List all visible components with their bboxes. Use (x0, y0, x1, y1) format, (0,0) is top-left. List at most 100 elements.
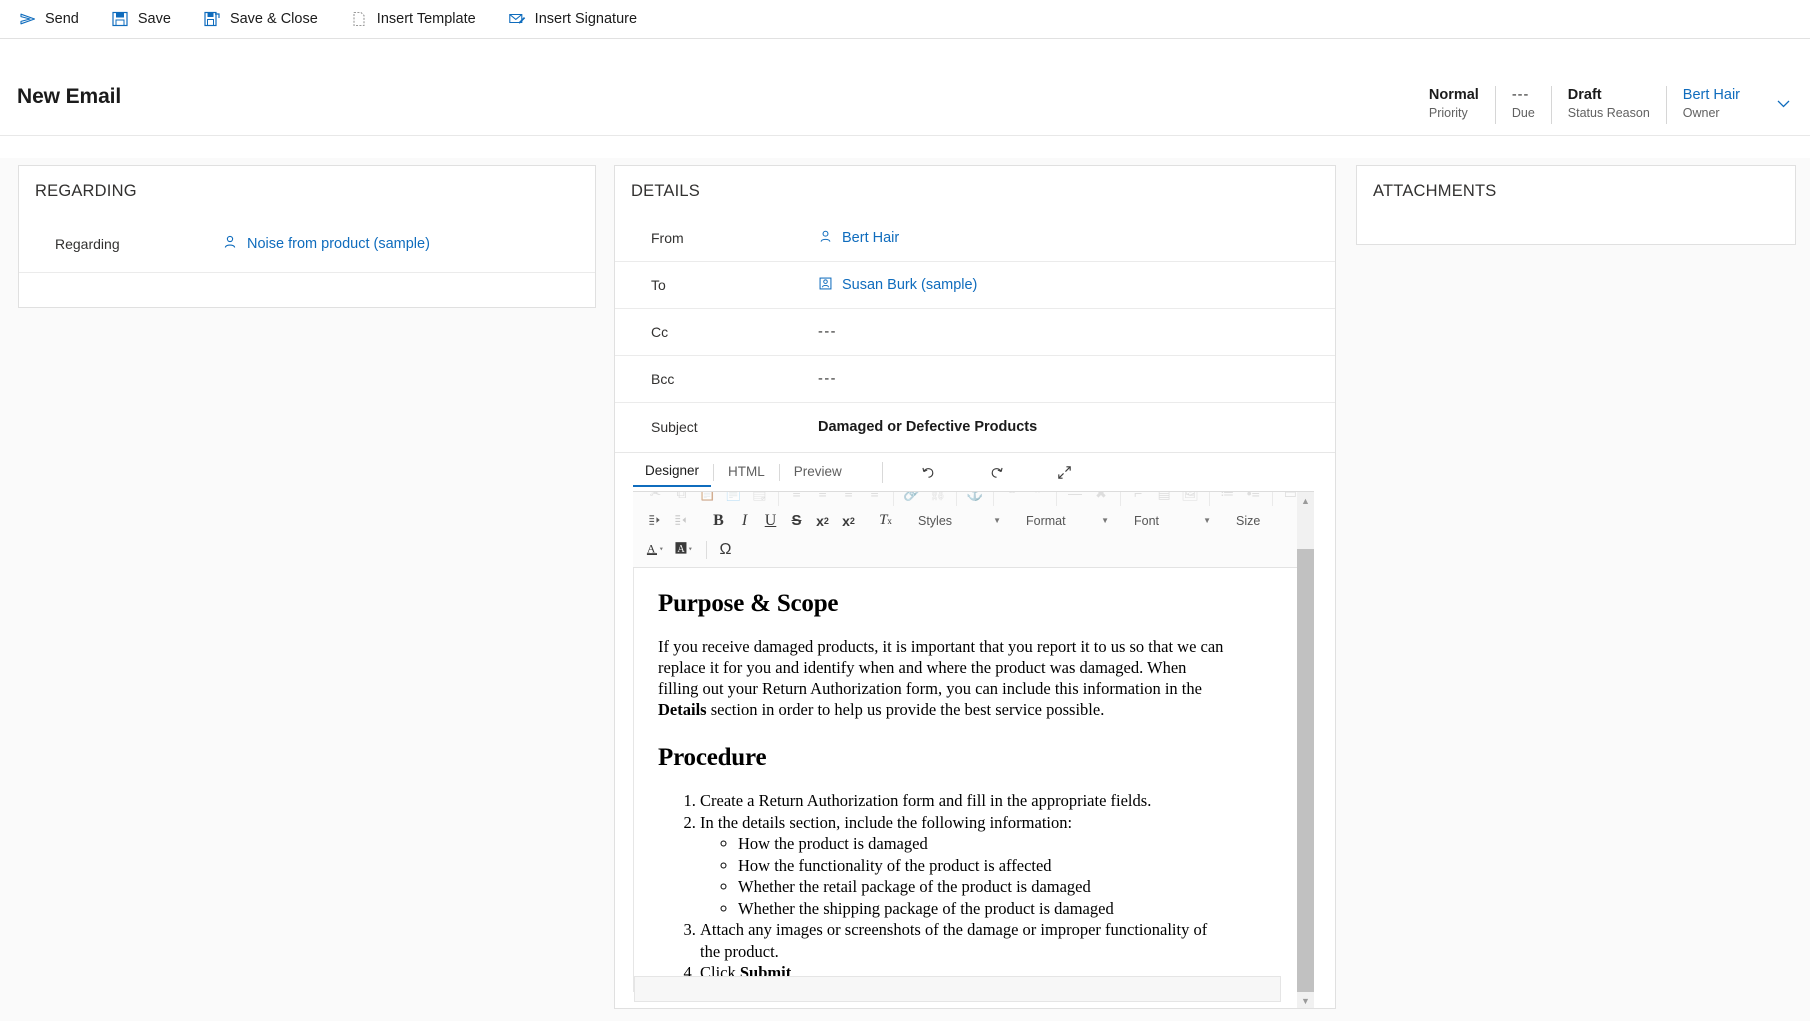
attachments-panel: ATTACHMENTS (1356, 165, 1796, 245)
details-panel: DETAILS From Bert Hair To Susan Burk (sa… (614, 165, 1336, 1009)
italic-icon[interactable]: I (732, 508, 757, 534)
email-body-canvas[interactable]: Purpose & Scope If you receive damaged p… (633, 568, 1314, 992)
list-item-text: In the details section, include the foll… (700, 813, 1072, 832)
strikethrough-icon[interactable]: S (784, 508, 809, 534)
align-left-icon[interactable]: ≡ (784, 492, 809, 506)
priority-value: Normal (1429, 86, 1479, 105)
form-header: New Email Normal Priority --- Due Draft … (0, 39, 1810, 136)
text-color-icon[interactable]: A (643, 537, 671, 563)
owner-stat[interactable]: Bert Hair Owner (1666, 86, 1756, 124)
cc-label: Cc (651, 324, 818, 340)
bold-icon[interactable]: B (706, 508, 731, 534)
align-right-icon[interactable]: ≡ (836, 492, 861, 506)
list-item: How the product is damaged (738, 833, 1229, 855)
paste-icon[interactable]: 📋 (695, 492, 720, 506)
size-dropdown-label: Size (1236, 514, 1260, 528)
editor-mode-tabs: Designer HTML Preview (615, 453, 1335, 491)
regarding-field-value[interactable]: Noise from product (sample) (222, 234, 430, 254)
paragraph-text-b: section in order to help us provide the … (707, 700, 1105, 719)
insert-template-button[interactable]: Insert Template (346, 0, 488, 38)
link-icon[interactable]: 🔗 (899, 492, 924, 506)
subscript-icon[interactable]: x2 (810, 508, 835, 534)
hr-icon[interactable]: — (1063, 492, 1088, 506)
table-icon[interactable]: ▤ (1152, 492, 1177, 506)
page-break-icon[interactable]: ⌐ (1126, 492, 1151, 506)
status-reason-label: Status Reason (1568, 105, 1650, 122)
background-color-icon[interactable]: A (672, 537, 700, 563)
divider (882, 462, 883, 483)
chevron-down-icon[interactable] (1770, 90, 1796, 116)
body-heading-procedure: Procedure (658, 744, 1229, 772)
status-reason-value: Draft (1568, 86, 1650, 105)
email-body-editor: Designer HTML Preview (615, 452, 1335, 1008)
cut-icon[interactable]: ✂ (643, 492, 668, 506)
remove-format-icon[interactable]: Tx (873, 508, 898, 534)
scrollbar-thumb[interactable] (1297, 549, 1314, 992)
tab-html[interactable]: HTML (716, 458, 777, 486)
owner-value[interactable]: Bert Hair (1683, 86, 1740, 105)
undo-icon[interactable] (909, 457, 949, 487)
save-and-close-button[interactable]: Save & Close (199, 0, 330, 38)
align-justify-icon[interactable]: ≡ (862, 492, 887, 506)
priority-stat[interactable]: Normal Priority (1413, 86, 1495, 124)
cc-value[interactable]: --- (818, 324, 837, 340)
styles-dropdown-label: Styles (918, 514, 952, 528)
due-stat[interactable]: --- Due (1495, 86, 1551, 124)
list-item: Whether the shipping package of the prod… (738, 898, 1229, 920)
from-value[interactable]: Bert Hair (818, 229, 899, 248)
from-value-text: Bert Hair (842, 230, 899, 246)
scroll-up-arrow-icon[interactable]: ▲ (1297, 492, 1314, 509)
numbered-list-icon[interactable]: ≔ (1215, 492, 1240, 506)
quote-right-icon[interactable]: ❞ (1025, 492, 1050, 506)
send-icon (18, 10, 37, 29)
form-body: REGARDING Regarding Noise from product (… (0, 158, 1810, 1021)
body-paragraph-intro: If you receive damaged products, it is i… (658, 636, 1229, 720)
command-bar: Send Save Save & Close Insert Template I… (0, 0, 1810, 39)
signature-icon (508, 10, 527, 29)
copy-icon[interactable]: ⧉ (669, 492, 694, 506)
paste-word-icon[interactable]: 🗒 (747, 492, 772, 506)
special-character-icon[interactable]: Ω (713, 537, 738, 563)
status-reason-stat[interactable]: Draft Status Reason (1551, 86, 1666, 124)
bcc-value[interactable]: --- (818, 371, 837, 387)
image-icon[interactable]: 🖼 (1178, 492, 1203, 506)
subject-value[interactable]: Damaged or Defective Products (818, 419, 1037, 435)
bulleted-list-icon[interactable]: •≡ (1241, 492, 1266, 506)
tab-designer[interactable]: Designer (633, 457, 711, 487)
underline-icon[interactable]: U (758, 508, 783, 534)
paste-text-icon[interactable]: 📄 (721, 492, 746, 506)
list-item: How the functionality of the product is … (738, 855, 1229, 877)
template-icon (350, 10, 369, 29)
to-value-text: Susan Burk (sample) (842, 277, 977, 293)
remove-icon[interactable]: ✖ (1089, 492, 1114, 506)
redo-icon[interactable] (977, 457, 1017, 487)
indent-decrease-icon[interactable] (669, 508, 694, 534)
rte-toolbar-row-main: B I U S x2 x2 Tx Styles ▼ (633, 506, 1314, 535)
styles-dropdown[interactable]: Styles ▼ (910, 509, 1006, 533)
insert-signature-button[interactable]: Insert Signature (504, 0, 649, 38)
owner-label: Owner (1683, 105, 1740, 122)
anchor-icon[interactable]: ⚓ (962, 492, 987, 506)
quote-left-icon[interactable]: ❝ (999, 492, 1024, 506)
chevron-down-icon: ▼ (1101, 516, 1109, 525)
save-button[interactable]: Save (107, 0, 183, 38)
unlink-icon[interactable]: ⛓ (925, 492, 950, 506)
indent-increase-icon[interactable] (643, 508, 668, 534)
rte-toolbar: ✂ ⧉ 📋 📄 🗒 ≡ ≡ ≡ ≡ 🔗 ⛓ ⚓ (633, 492, 1314, 568)
editor-outer-scrollbar[interactable]: ▲ ▼ (1297, 492, 1314, 1008)
superscript-icon[interactable]: x2 (836, 508, 861, 534)
expand-icon[interactable] (1045, 457, 1085, 487)
field-row-to: To Susan Burk (sample) (615, 262, 1335, 309)
format-dropdown[interactable]: Format ▼ (1018, 509, 1114, 533)
font-dropdown[interactable]: Font ▼ (1126, 509, 1216, 533)
align-center-icon[interactable]: ≡ (810, 492, 835, 506)
to-value[interactable]: Susan Burk (sample) (818, 276, 977, 295)
field-row-subject: Subject Damaged or Defective Products (615, 403, 1335, 450)
rte-toolbar-row-colors: A A Ω (633, 535, 1314, 564)
scroll-down-arrow-icon[interactable]: ▼ (1297, 992, 1314, 1008)
email-body-content: Purpose & Scope If you receive damaged p… (634, 568, 1253, 992)
editor-footer-strip (634, 976, 1281, 1002)
tab-preview[interactable]: Preview (782, 458, 854, 486)
send-button[interactable]: Send (14, 0, 91, 38)
format-dropdown-label: Format (1026, 514, 1066, 528)
